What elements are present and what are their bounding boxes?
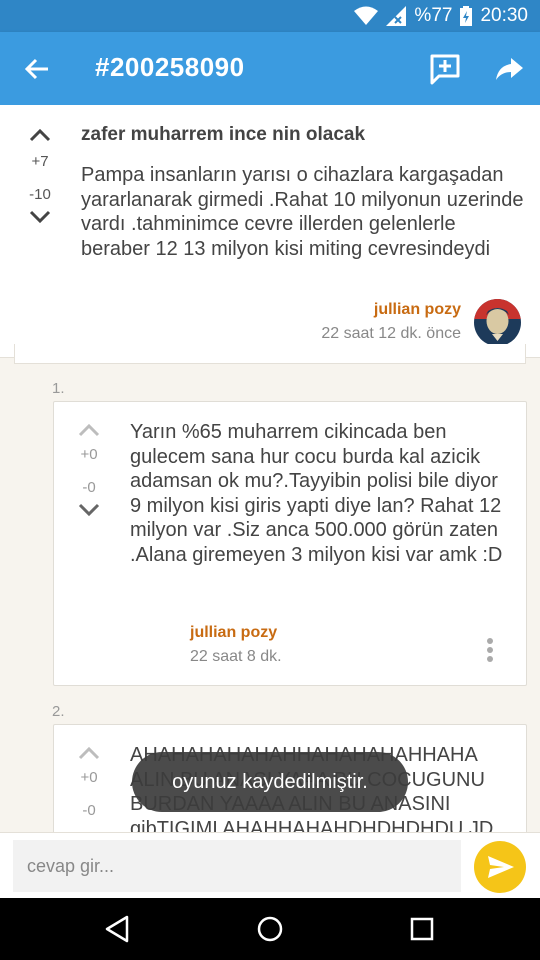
downvote-icon[interactable] <box>28 209 52 225</box>
upvote-count: +0 <box>80 769 98 786</box>
post-vote-column: +7 -10 <box>20 127 60 225</box>
post-author-link[interactable]: jullian pozy <box>374 301 461 319</box>
avatar[interactable] <box>474 299 521 346</box>
comment-index: 1. <box>52 380 65 397</box>
downvote-icon[interactable] <box>77 502 101 518</box>
nav-home-icon[interactable] <box>254 913 286 945</box>
main-post: +7 -10 zafer muharrem ince nin olacak Pa… <box>0 105 540 358</box>
toast-message: oyunuz kaydedilmiştir. <box>132 752 408 812</box>
post-body: Pampa insanların yarısı o cihazlara karg… <box>81 164 524 260</box>
upvote-count: +7 <box>31 153 49 170</box>
wifi-icon <box>354 6 379 25</box>
battery-icon <box>460 6 473 26</box>
post-card-edge <box>14 344 526 364</box>
more-options-icon[interactable] <box>482 636 498 664</box>
comment-vote-column: +0 -0 <box>69 745 109 819</box>
post-title: zafer muharrem ince nin olacak <box>81 124 366 145</box>
app-bar: #200258090 <box>0 32 540 105</box>
upvote-count: +0 <box>80 446 98 463</box>
status-bar: %77 20:30 <box>0 0 540 32</box>
signal-icon <box>386 6 407 26</box>
comment-vote-column: +0 -0 <box>69 422 109 518</box>
comment-time: 22 saat 8 dk. <box>190 648 282 665</box>
nav-recents-icon[interactable] <box>406 913 438 945</box>
comment-index: 2. <box>52 703 65 720</box>
downvote-count: -10 <box>29 186 51 203</box>
send-icon <box>488 856 514 878</box>
add-comment-icon[interactable] <box>428 52 462 86</box>
upvote-icon[interactable] <box>28 127 52 143</box>
battery-percent: %77 <box>414 5 453 26</box>
downvote-count: -0 <box>82 479 96 496</box>
back-arrow-icon[interactable] <box>20 52 54 86</box>
reply-composer <box>0 832 540 898</box>
comment-body: Yarın %65 muharrem cikincada ben gulecem… <box>130 421 503 566</box>
comment-card: +0 -0 Yarın %65 muharrem cikincada ben g… <box>53 401 527 686</box>
upvote-icon[interactable] <box>77 745 101 761</box>
send-button[interactable] <box>474 841 526 893</box>
reply-input[interactable] <box>13 840 461 892</box>
system-nav-bar <box>0 898 540 960</box>
page-title: #200258090 <box>95 52 245 82</box>
clock: 20:30 <box>480 5 528 26</box>
nav-back-icon[interactable] <box>101 913 133 945</box>
comment-author-link[interactable]: jullian pozy <box>190 624 277 642</box>
post-time: 22 saat 12 dk. önce <box>321 325 461 342</box>
downvote-count: -0 <box>82 802 96 819</box>
share-icon[interactable] <box>492 52 526 86</box>
upvote-icon[interactable] <box>77 422 101 438</box>
